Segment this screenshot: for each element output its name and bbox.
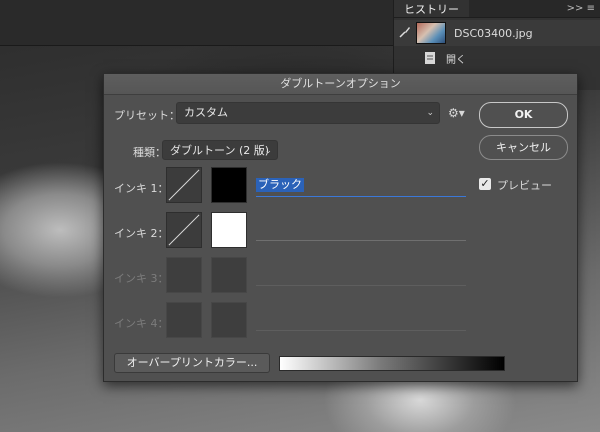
snapshot-thumbnail — [416, 22, 446, 44]
ink3-color-swatch — [211, 257, 247, 293]
document-header-area — [0, 0, 395, 46]
ink2-curve-button[interactable] — [166, 212, 202, 248]
preview-label: プレビュー — [497, 179, 552, 192]
type-value: ダブルトーン (2 版) — [170, 144, 270, 157]
dialog-title: ダブルトーンオプション — [104, 74, 577, 95]
ink4-curve-button — [166, 302, 202, 338]
tab-history[interactable]: ヒストリー — [394, 0, 469, 17]
overprint-colors-button[interactable]: オーバープリントカラー... — [114, 353, 270, 373]
ink1-name-input[interactable]: ブラック — [256, 178, 304, 192]
panel-menu-icon[interactable]: >> ≡ — [567, 3, 600, 14]
ink1-name-underline — [256, 196, 466, 197]
ink2-label: インキ 2： — [114, 227, 169, 240]
duotone-options-dialog: ダブルトーンオプション プリセット： カスタム ⌄ ⚙▾ OK キャンセル ✓ … — [103, 73, 578, 382]
ink1-curve-button[interactable] — [166, 167, 202, 203]
ink2-name-input[interactable] — [256, 240, 466, 241]
chevron-down-icon: ⌄ — [426, 108, 434, 118]
ink3-curve-button — [166, 257, 202, 293]
preview-checkbox[interactable]: ✓ — [479, 178, 491, 190]
ink2-color-swatch[interactable] — [211, 212, 247, 248]
ink4-label: インキ 4： — [114, 317, 169, 330]
ink4-name-input — [256, 330, 466, 331]
ok-button[interactable]: OK — [479, 102, 568, 128]
chevron-down-icon: ⌄ — [264, 146, 272, 156]
history-panel-header: ヒストリー >> ≡ — [394, 0, 600, 18]
preset-label: プリセット： — [114, 109, 180, 122]
ink1-color-swatch[interactable] — [211, 167, 247, 203]
ink3-label: インキ 3： — [114, 272, 169, 285]
type-select[interactable]: ダブルトーン (2 版) ⌄ — [162, 140, 278, 160]
document-icon — [425, 52, 435, 64]
history-brush-icon[interactable] — [399, 26, 411, 38]
duotone-gradient-bar — [279, 356, 505, 371]
cancel-button[interactable]: キャンセル — [479, 135, 568, 160]
history-item-label: 開く — [446, 54, 466, 66]
ink3-name-input — [256, 285, 466, 286]
history-snapshot[interactable]: DSC03400.jpg — [394, 20, 600, 46]
history-item-open[interactable]: 開く — [394, 48, 600, 68]
preset-value: カスタム — [184, 106, 228, 119]
ink4-color-swatch — [211, 302, 247, 338]
preset-select[interactable]: カスタム ⌄ — [176, 102, 440, 124]
gear-icon[interactable]: ⚙▾ — [448, 106, 465, 120]
snapshot-name: DSC03400.jpg — [454, 26, 533, 40]
ink1-label: インキ 1： — [114, 182, 169, 195]
